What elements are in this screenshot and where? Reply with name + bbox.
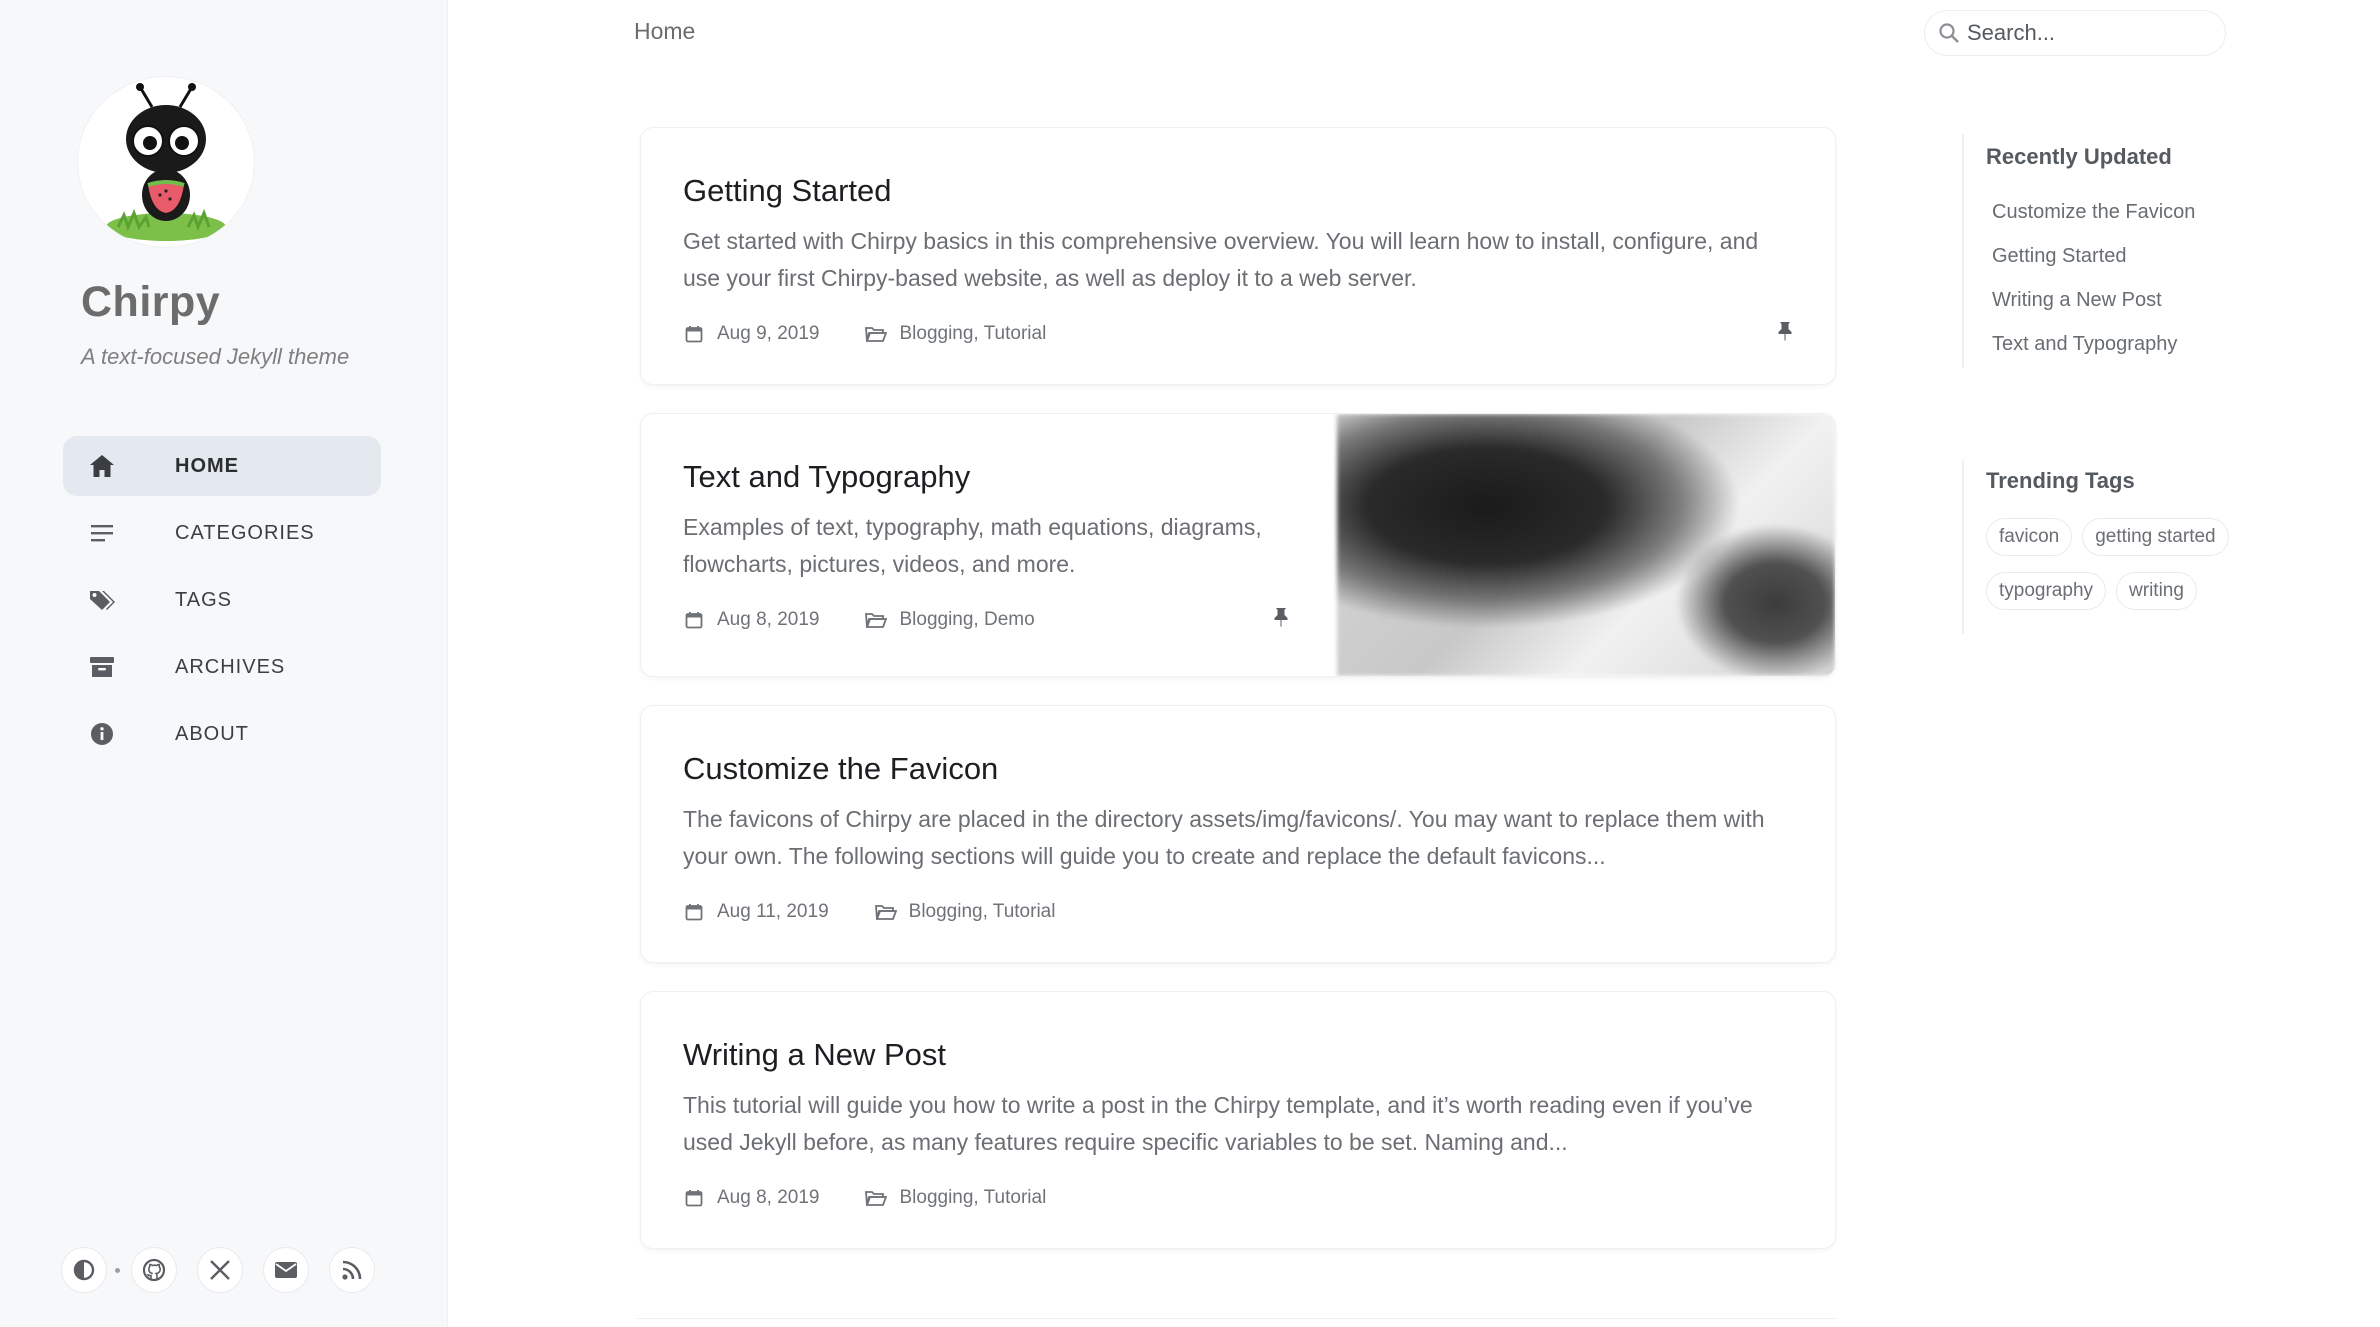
post-date: Aug 9, 2019	[717, 323, 820, 345]
nav-item-archives[interactable]: ARCHIVES	[63, 637, 381, 697]
folder-open-icon	[865, 609, 888, 631]
list-icon	[87, 518, 117, 548]
archive-icon	[87, 652, 117, 682]
home-icon	[87, 451, 117, 481]
calendar-icon	[683, 901, 705, 923]
post-date: Aug 8, 2019	[717, 609, 820, 631]
post-card[interactable]: Customize the Favicon The favicons of Ch…	[641, 706, 1835, 962]
nav-item-tags[interactable]: TAGS	[63, 570, 381, 630]
panel-divider	[1962, 134, 1964, 368]
post-title[interactable]: Text and Typography	[683, 458, 1295, 495]
recently-updated-panel: Recently Updated Customize the Favicon G…	[1986, 144, 2195, 366]
email-link[interactable]	[264, 1248, 308, 1292]
post-date: Aug 11, 2019	[717, 901, 829, 923]
post-meta: Aug 8, 2019 Blogging, Demo	[683, 607, 1295, 633]
post-meta: Aug 11, 2019 Blogging, Tutorial	[683, 901, 1793, 923]
search-input[interactable]	[1967, 20, 2207, 46]
tag-link[interactable]: typography	[1986, 572, 2107, 610]
tag-cloud: favicon getting started typography writi…	[1986, 518, 2246, 626]
tag-link[interactable]: getting started	[2082, 518, 2229, 556]
post-card[interactable]: Writing a New Post This tutorial will gu…	[641, 992, 1835, 1248]
recent-post-link[interactable]: Customize the Favicon	[1992, 190, 2195, 234]
nav-label: TAGS	[175, 588, 232, 611]
post-categories[interactable]: Blogging, Tutorial	[899, 1187, 1046, 1209]
nav-label: ARCHIVES	[175, 655, 286, 678]
breadcrumb[interactable]: Home	[634, 18, 695, 45]
post-title[interactable]: Writing a New Post	[683, 1036, 1793, 1073]
pin-icon	[1777, 321, 1793, 347]
nav-label: HOME	[175, 454, 239, 477]
search-box[interactable]	[1924, 10, 2226, 56]
post-title[interactable]: Customize the Favicon	[683, 750, 1793, 787]
nav-item-categories[interactable]: CATEGORIES	[63, 503, 381, 563]
pagination-divider	[637, 1318, 1837, 1319]
folder-open-icon	[865, 323, 888, 345]
ant-mascot-icon	[106, 83, 226, 241]
email-icon	[275, 1262, 297, 1278]
trending-tags-heading: Trending Tags	[1986, 468, 2135, 493]
recently-updated-heading: Recently Updated	[1986, 144, 2172, 169]
post-date: Aug 8, 2019	[717, 1187, 820, 1209]
nav-label: CATEGORIES	[175, 521, 315, 544]
nav-item-about[interactable]: ABOUT	[63, 704, 381, 764]
theme-toggle-icon	[73, 1259, 95, 1281]
site-subtitle: A text-focused Jekyll theme	[81, 344, 350, 369]
sidebar-bottom-links	[62, 1248, 396, 1292]
post-excerpt: This tutorial will guide you how to writ…	[683, 1092, 1753, 1156]
post-categories[interactable]: Blogging, Tutorial	[909, 901, 1056, 923]
site-title[interactable]: Chirpy	[81, 278, 220, 327]
x-twitter-link[interactable]	[198, 1248, 242, 1292]
recently-updated-list: Customize the Favicon Getting Started Wr…	[1986, 190, 2195, 366]
separator-dot	[115, 1267, 120, 1273]
info-icon	[87, 719, 117, 749]
tag-link[interactable]: writing	[2116, 572, 2197, 610]
search-icon	[1939, 23, 1959, 43]
nav-item-home[interactable]: HOME	[63, 436, 381, 496]
post-meta: Aug 9, 2019 Blogging, Tutorial	[683, 321, 1793, 347]
calendar-icon	[683, 1187, 705, 1209]
folder-open-icon	[865, 1187, 888, 1209]
rss-link[interactable]	[330, 1248, 374, 1292]
post-excerpt: The favicons of Chirpy are placed in the…	[683, 806, 1765, 870]
post-meta: Aug 8, 2019 Blogging, Tutorial	[683, 1187, 1793, 1209]
x-twitter-icon	[210, 1260, 230, 1280]
post-card[interactable]: Text and Typography Examples of text, ty…	[641, 414, 1835, 676]
nav-label: ABOUT	[175, 722, 249, 745]
panel-divider	[1962, 460, 1964, 634]
post-categories[interactable]: Blogging, Tutorial	[899, 323, 1046, 345]
github-icon	[142, 1258, 166, 1282]
post-card[interactable]: Getting Started Get started with Chirpy …	[641, 128, 1835, 384]
sidebar-nav: HOME CATEGORIES TAGS ARCHIVES ABOUT	[63, 436, 381, 771]
post-excerpt: Get started with Chirpy basics in this c…	[683, 228, 1759, 292]
theme-toggle-button[interactable]	[62, 1248, 106, 1292]
tag-link[interactable]: favicon	[1986, 518, 2073, 556]
post-categories[interactable]: Blogging, Demo	[899, 609, 1034, 631]
recent-post-link[interactable]: Getting Started	[1992, 234, 2195, 278]
rss-icon	[342, 1260, 362, 1280]
github-link[interactable]	[132, 1248, 176, 1292]
calendar-icon	[683, 609, 705, 631]
post-title[interactable]: Getting Started	[683, 172, 1793, 209]
folder-open-icon	[874, 901, 897, 923]
trending-tags-panel: Trending Tags favicon getting started ty…	[1986, 468, 2246, 626]
tags-icon	[87, 585, 117, 615]
pin-icon	[1273, 607, 1289, 633]
post-list: Getting Started Get started with Chirpy …	[641, 128, 1835, 1278]
avatar[interactable]	[78, 77, 254, 247]
calendar-icon	[683, 323, 705, 345]
recent-post-link[interactable]: Text and Typography	[1992, 322, 2195, 366]
sidebar: Chirpy A text-focused Jekyll theme HOME …	[0, 0, 448, 1327]
recent-post-link[interactable]: Writing a New Post	[1992, 278, 2195, 322]
post-excerpt: Examples of text, typography, math equat…	[683, 514, 1262, 578]
post-preview-image[interactable]	[1337, 414, 1835, 676]
